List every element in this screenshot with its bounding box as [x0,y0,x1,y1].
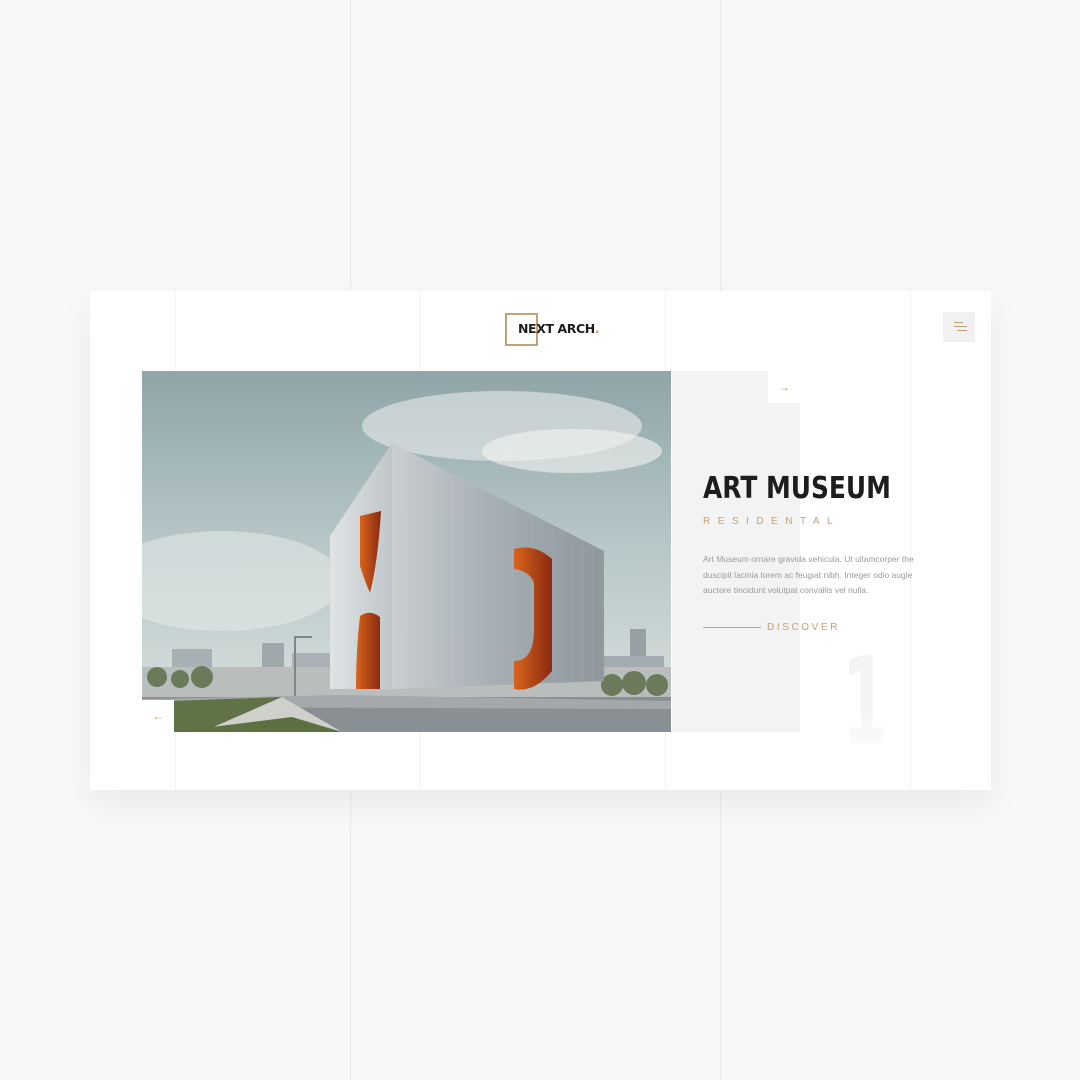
project-description: Art Museum ornare gravida vehicula. Ut u… [703,554,914,595]
hero-slider-card: NEXT ARCH. ← → ART MUSEUM RESIDENTAL Art… [90,291,991,790]
logo-dot: . [594,321,600,336]
arrow-right-icon: → [778,380,790,394]
logo-text: NEXT ARCH. [518,321,600,336]
brand-logo[interactable]: NEXT ARCH. [505,313,600,346]
project-category: RESIDENTAL [703,516,841,527]
museum-building-illustration [142,371,671,732]
discover-label: DISCOVER [767,622,841,633]
project-image [142,371,671,732]
project-title: ART MUSEUM [703,471,891,506]
discover-link[interactable]: DISCOVER [703,622,840,633]
hamburger-menu-icon-bar [954,326,967,327]
slide-number: 1 [842,633,888,772]
menu-button[interactable] [943,312,975,342]
card-grid-line [910,291,911,790]
logo-name: NEXT ARCH [518,321,595,336]
hamburger-menu-icon-bar [957,330,967,331]
next-slide-button[interactable]: → [768,371,800,403]
prev-slide-button[interactable]: ← [142,700,174,732]
hamburger-menu-icon [954,322,963,323]
arrow-left-icon: ← [152,709,164,723]
discover-line [703,627,761,628]
